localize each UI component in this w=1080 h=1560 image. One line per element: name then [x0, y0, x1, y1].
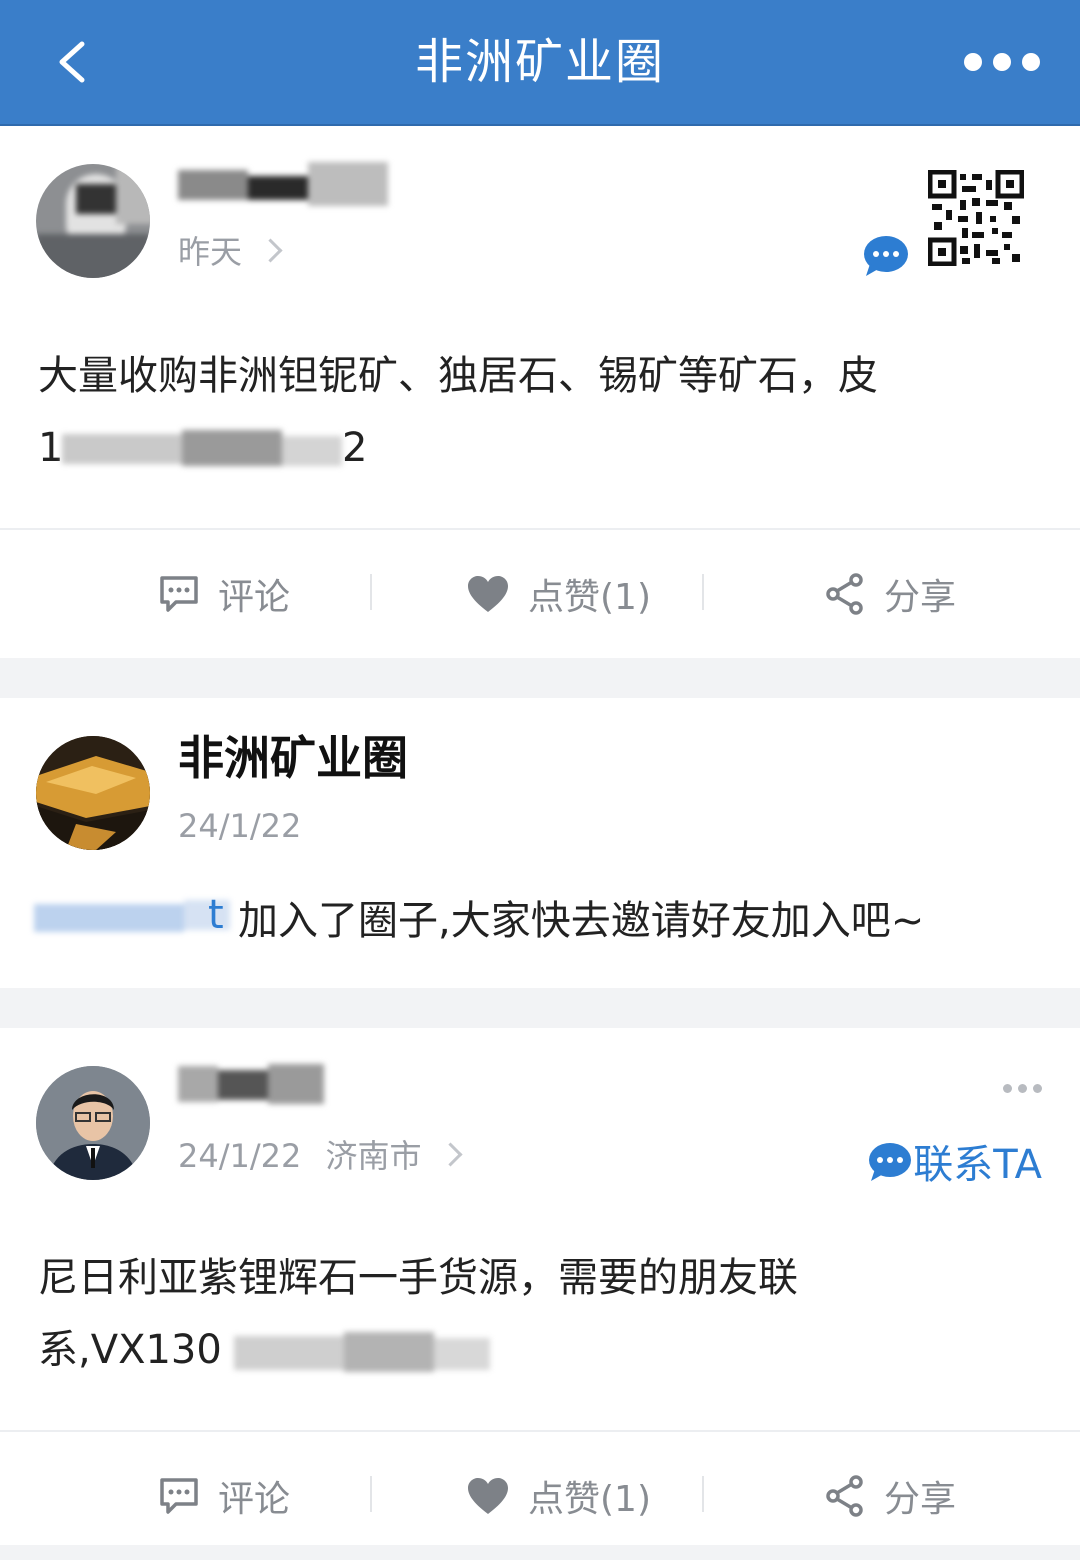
comment-icon — [160, 576, 198, 612]
qr-code-image — [927, 169, 1025, 267]
like-button[interactable]: 点赞(1) — [466, 1432, 651, 1560]
phone-redacted — [62, 430, 362, 470]
avatar[interactable] — [36, 1066, 150, 1180]
chevron-right-icon — [438, 1142, 463, 1167]
post-text: 大量收购非洲钽铌矿、独居石、锡矿等矿石，皮 1 2 — [38, 340, 1048, 484]
comment-icon — [160, 1478, 198, 1514]
mineral-photo — [36, 736, 150, 850]
post-card-3: 24/1/22 济南市 联系TA 尼日利亚紫锂辉石一手货源，需要的朋友联 系,V… — [0, 1028, 1080, 1545]
comment-button[interactable]: 评论 — [158, 1432, 290, 1560]
like-button[interactable]: 点赞(1) — [466, 530, 651, 658]
post-more-button[interactable] — [1003, 1084, 1042, 1093]
post-text: 尼日利亚紫锂辉石一手货源，需要的朋友联 系,VX130 — [38, 1242, 1048, 1386]
action-bar: 评论 点赞(1) 分享 — [0, 1430, 1080, 1560]
post-card-1: 昨天 大量收购非洲钽铌矿、独居石、锡矿等矿石，皮 1 2 评论 点赞(1) 分享 — [0, 126, 1080, 658]
join-message: t 加入了圈子,大家快去邀请好友加入吧~ — [34, 892, 1044, 944]
top-bar: 非洲矿业圈 — [0, 0, 1080, 126]
phone-visible-start: 1 — [38, 425, 64, 471]
chevron-right-icon — [258, 238, 283, 263]
share-button[interactable]: 分享 — [824, 1432, 956, 1560]
more-dots-icon — [1003, 1084, 1012, 1093]
member-name-redacted[interactable] — [34, 900, 230, 934]
heart-icon — [468, 1478, 508, 1514]
page-title: 非洲矿业圈 — [414, 34, 665, 90]
post-time-location[interactable]: 24/1/22 济南市 — [178, 1136, 463, 1176]
share-icon — [826, 1475, 863, 1517]
post-time[interactable]: 昨天 — [178, 232, 283, 272]
circle-avatar[interactable] — [36, 736, 150, 850]
username-redacted — [178, 162, 388, 208]
profile-photo — [36, 1066, 150, 1180]
share-button[interactable]: 分享 — [824, 530, 956, 658]
post-time: 24/1/22 — [178, 807, 302, 845]
wechat-id-redacted — [234, 1332, 490, 1376]
username-redacted — [178, 1062, 324, 1108]
post-card-2: 非洲矿业圈 24/1/22 t 加入了圈子,大家快去邀请好友加入吧~ — [0, 698, 1080, 988]
avatar[interactable] — [36, 164, 150, 278]
message-bubble-icon — [869, 1143, 912, 1181]
share-icon — [826, 573, 863, 615]
message-bubble-icon[interactable] — [862, 234, 912, 280]
circle-name[interactable]: 非洲矿业圈 — [178, 728, 408, 788]
more-dots-icon — [964, 53, 982, 71]
phone-visible-end: 2 — [342, 425, 368, 471]
contact-button[interactable]: 联系TA — [867, 1132, 1042, 1190]
action-bar: 评论 点赞(1) 分享 — [0, 528, 1080, 658]
more-button[interactable] — [964, 42, 1040, 82]
member-name-visible-end: t — [208, 892, 224, 938]
comment-button[interactable]: 评论 — [158, 530, 290, 658]
heart-icon — [468, 576, 508, 612]
